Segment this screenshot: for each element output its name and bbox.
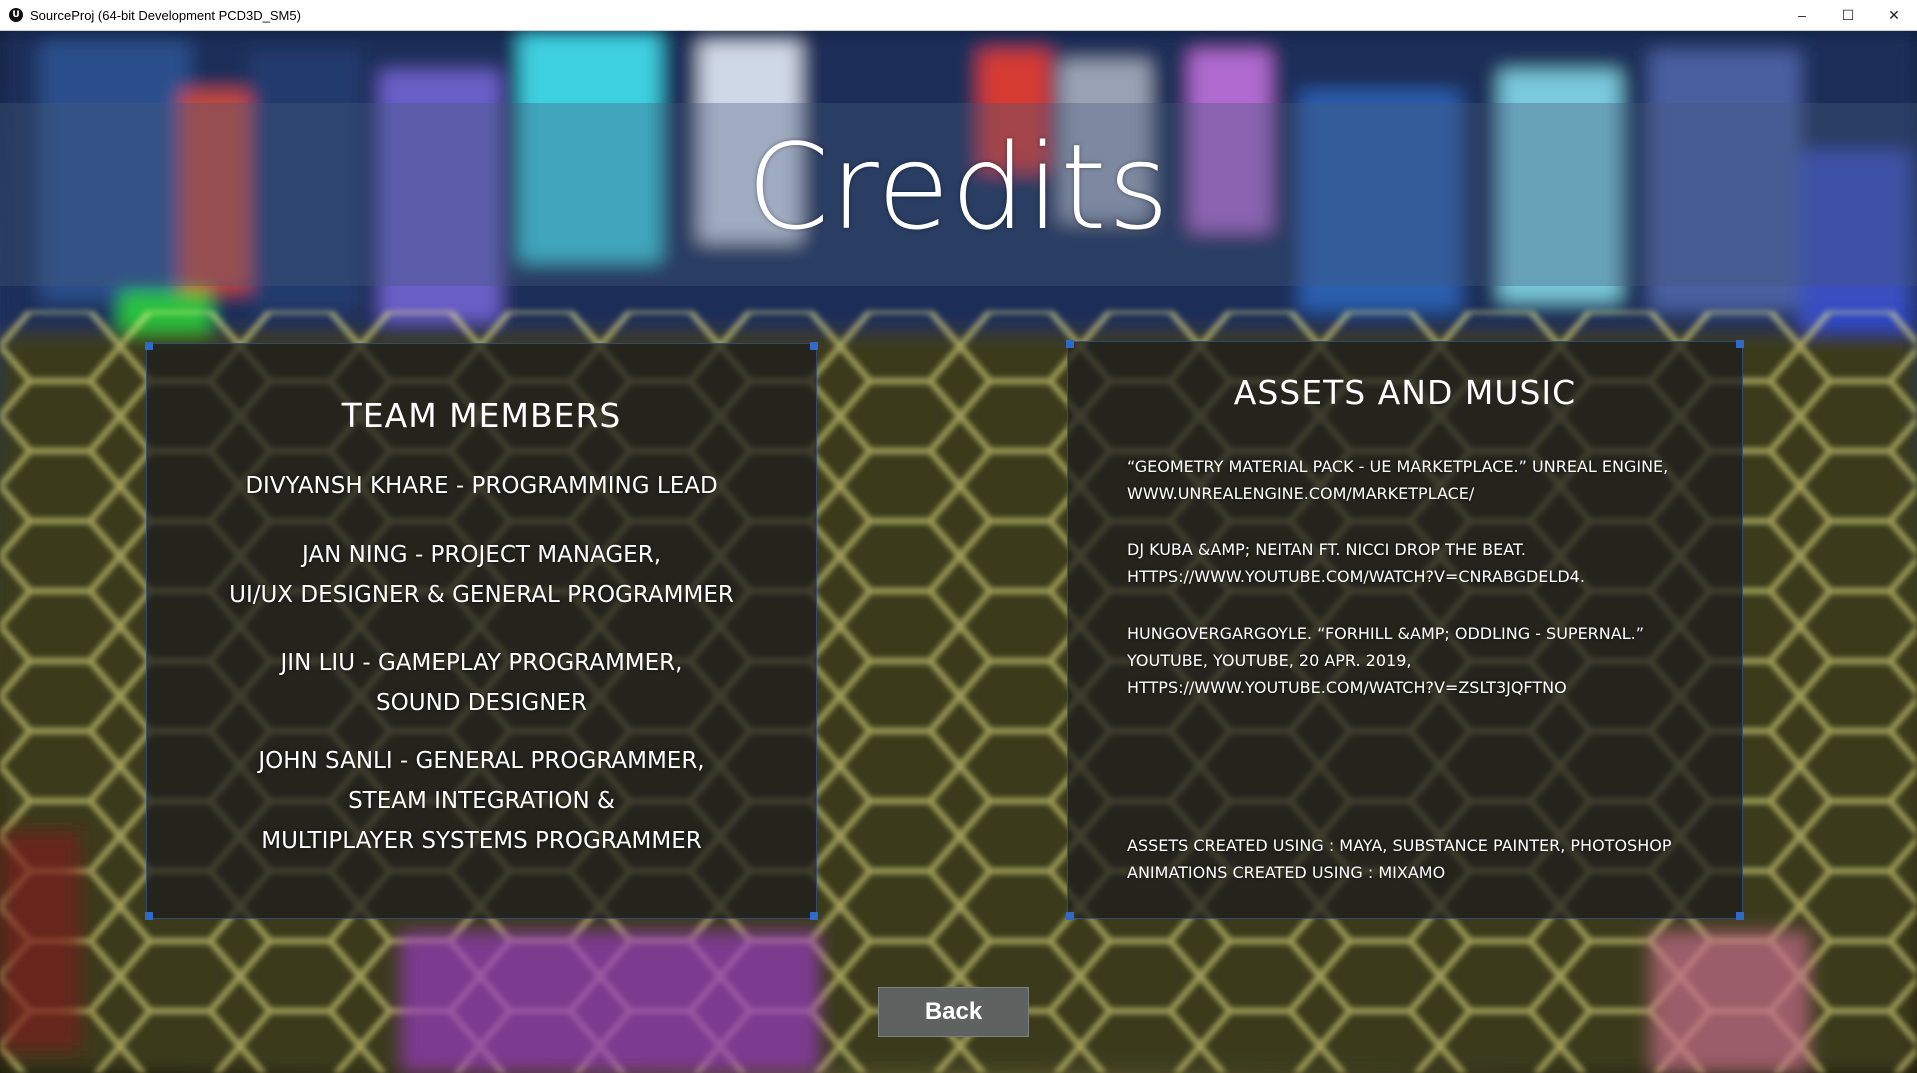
team-member-line: JAN NING - PROJECT MANAGER,: [301, 542, 661, 568]
assets-music-heading: ASSETS AND MUSIC: [1233, 373, 1577, 412]
asset-line: https://www.youtube.com/watch?v=cnRaBGDe…: [1127, 567, 1585, 586]
panel-corner: [810, 912, 818, 920]
asset-entry: Assets Created Using : Maya, Substance P…: [1127, 832, 1727, 886]
panel-corner: [145, 342, 153, 350]
team-member-line: UI/UX DESIGNER & GENERAL PROGRAMMER: [229, 582, 734, 608]
assets-music-panel: ASSETS AND MUSIC “Geometry Material Pack…: [1066, 340, 1744, 920]
team-member-line: SOUND DESIGNER: [376, 690, 587, 716]
panel-corner: [810, 342, 818, 350]
asset-entry: DJ Kuba &amp; Neitan ft. Nicci Drop The …: [1127, 536, 1727, 590]
panel-corner: [1066, 340, 1074, 348]
asset-line: YouTube, YouTube, 20 Apr. 2019,: [1127, 651, 1412, 670]
minimize-button[interactable]: –: [1779, 0, 1825, 30]
asset-line: DJ Kuba &amp; Neitan ft. Nicci Drop The …: [1127, 540, 1526, 559]
asset-line: www.unrealengine.com/marketplace/: [1127, 484, 1475, 503]
asset-line: https://www.youtube.com/watch?v=zSlT3JqF…: [1127, 678, 1567, 697]
team-member-line: JOHN SANLI - GENERAL PROGRAMMER,: [258, 748, 705, 774]
asset-entry: HungOverGargoyle. “Forhill &amp; Oddling…: [1127, 620, 1727, 701]
panel-corner: [1736, 340, 1744, 348]
window-controls: – ☐ ✕: [1779, 0, 1917, 30]
team-members-heading: TEAM MEMBERS: [341, 396, 622, 435]
unreal-engine-icon: U: [9, 8, 23, 22]
team-member-line: STEAM INTEGRATION &: [348, 788, 615, 814]
asset-entry: “Geometry Material Pack - UE Marketplace…: [1127, 453, 1727, 507]
team-member-entry: JOHN SANLI - GENERAL PROGRAMMER, STEAM I…: [147, 741, 816, 861]
asset-line: Assets Created Using : Maya, Substance P…: [1127, 836, 1672, 855]
window-title: SourceProj (64-bit Development PCD3D_SM5…: [30, 7, 301, 23]
panel-corner: [1066, 912, 1074, 920]
maximize-button[interactable]: ☐: [1825, 0, 1871, 30]
panel-corner: [1736, 912, 1744, 920]
asset-line: “Geometry Material Pack - UE Marketplace…: [1127, 457, 1669, 476]
team-member-line: DIVYANSH KHARE - PROGRAMMING LEAD: [245, 473, 718, 499]
back-button[interactable]: Back: [878, 987, 1029, 1037]
close-button[interactable]: ✕: [1871, 0, 1917, 30]
asset-line: HungOverGargoyle. “Forhill &amp; Oddling…: [1127, 624, 1644, 643]
team-member-line: JIN LIU - GAMEPLAY PROGRAMMER,: [280, 650, 683, 676]
window-titlebar: U SourceProj (64-bit Development PCD3D_S…: [0, 0, 1917, 31]
panel-corner: [145, 912, 153, 920]
team-member-entry: JIN LIU - GAMEPLAY PROGRAMMER, SOUND DES…: [147, 643, 816, 723]
page-title: Credits: [746, 118, 1171, 256]
team-members-panel: TEAM MEMBERS DIVYANSH KHARE - PROGRAMMIN…: [145, 342, 818, 920]
asset-line: Animations Created Using : Mixamo: [1127, 863, 1446, 882]
team-member-entry: JAN NING - PROJECT MANAGER, UI/UX DESIGN…: [147, 535, 816, 615]
team-member-entry: DIVYANSH KHARE - PROGRAMMING LEAD: [147, 466, 816, 506]
team-member-line: MULTIPLAYER SYSTEMS PROGRAMMER: [261, 828, 702, 854]
